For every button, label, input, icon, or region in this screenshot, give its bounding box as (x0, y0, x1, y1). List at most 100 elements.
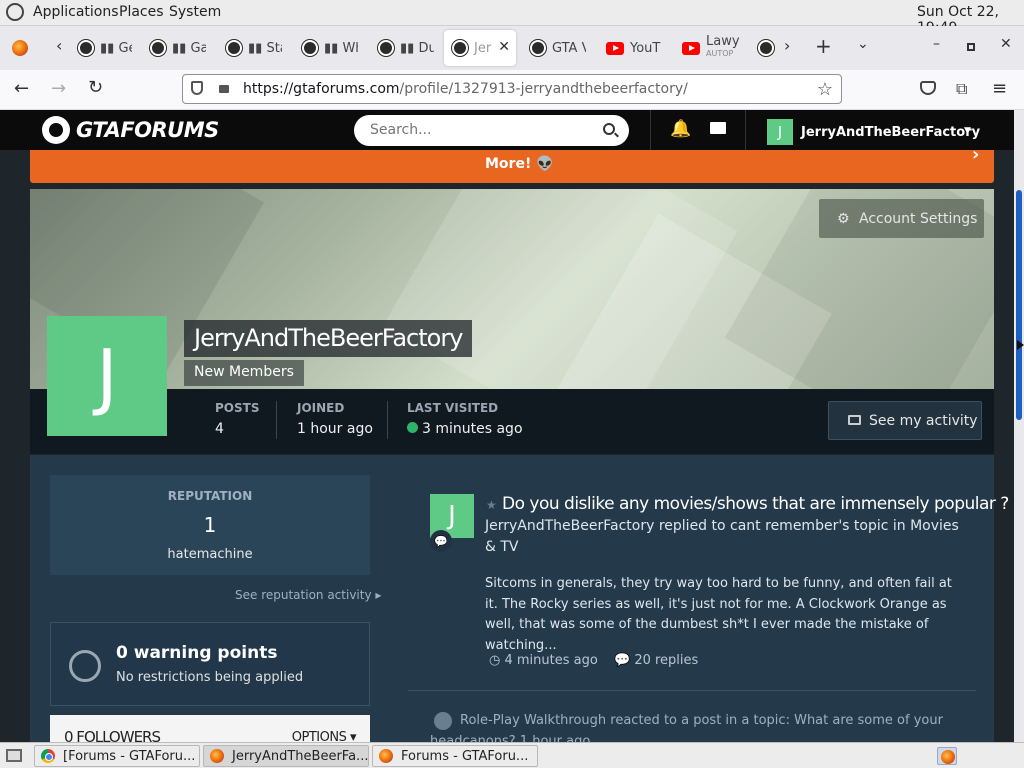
reputation-label: REPUTATION (167, 489, 253, 503)
search-input[interactable] (370, 122, 590, 138)
activity-reaction-text[interactable]: Role-Play Walkthrough reacted to a post … (430, 713, 943, 742)
shield-icon[interactable] (191, 81, 203, 95)
stat-divider (276, 401, 277, 439)
bell-icon[interactable]: 🔔 (670, 119, 691, 139)
reaction-icon (434, 711, 452, 730)
followers-box: 0 FOLLOWERS OPTIONS ▾ (50, 715, 370, 742)
reload-icon[interactable]: ↻ (88, 77, 103, 98)
url-text: https://gtaforums.com/profile/1327913-je… (243, 81, 688, 97)
navigation-toolbar: ← → ↻ https://gtaforums.com/profile/1327… (0, 70, 1024, 110)
tray-firefox-icon[interactable] (937, 747, 957, 765)
taskbar-item-2[interactable]: JerryAndTheBeerFa... (203, 745, 369, 767)
tab-6-active[interactable]: Jer ✕ (444, 30, 516, 66)
vertical-divider (650, 110, 651, 150)
post-time-text: 4 minutes ago (504, 653, 598, 668)
stat-posts: POSTS 4 (215, 401, 259, 437)
stat-divider (387, 401, 388, 439)
stat-value: 1 hour ago (297, 421, 373, 437)
chevron-right-icon[interactable]: › (972, 144, 979, 165)
taskbar-label: [Forums - GTAForu... (63, 748, 196, 764)
pocket-icon[interactable] (920, 81, 936, 95)
tab-9[interactable]: Lawy AUTOP (674, 30, 740, 66)
mouse-cursor-icon (1017, 340, 1024, 350)
extensions-icon[interactable]: ⧉ (956, 79, 967, 99)
user-avatar[interactable]: J (767, 119, 793, 145)
star-icon[interactable]: ★ (486, 498, 497, 512)
page-content: GTAFORUMS 🔔 J JerryAndTheBeerFactory ▼ M… (0, 110, 1024, 742)
show-desktop-icon[interactable] (6, 749, 22, 762)
see-reputation-activity-link[interactable]: See reputation activity ▸ (235, 588, 381, 602)
close-window-icon[interactable]: ✕ (1000, 36, 1012, 52)
bottom-taskbar: [Forums - GTAForu... JerryAndTheBeerFa..… (0, 742, 1024, 768)
announcement-banner[interactable]: More! 👽 › (30, 144, 994, 183)
lock-icon[interactable] (219, 85, 229, 93)
site-search (354, 115, 629, 146)
list-tabs-icon[interactable]: ⌄ (857, 36, 869, 52)
page-scrollbar[interactable] (1014, 110, 1024, 742)
gtaforums-icon (452, 40, 468, 56)
maximize-icon[interactable] (967, 43, 975, 51)
tab-3[interactable]: ▮▮ Sta (218, 30, 282, 66)
app-menu-icon[interactable]: ≡ (992, 78, 1007, 99)
tab-7[interactable]: GTA V (522, 30, 586, 66)
comment-icon: 💬 (430, 530, 452, 552)
followers-options-button[interactable]: OPTIONS ▾ (292, 730, 357, 742)
system-menu[interactable]: System (169, 4, 221, 20)
firefox-view-icon[interactable] (12, 40, 28, 56)
firefox-icon (941, 750, 955, 764)
taskbar-item-3[interactable]: Forums - GTAForu... (372, 745, 538, 767)
youtube-icon (682, 41, 700, 55)
tab-scroll-right-icon[interactable]: › (784, 36, 790, 55)
places-menu[interactable]: Places (119, 4, 164, 20)
minimize-icon[interactable]: – (933, 36, 940, 52)
tab-5[interactable]: ▮▮ Du (370, 30, 434, 66)
post-title-link[interactable]: Do you dislike any movies/shows that are… (502, 494, 1009, 514)
tab-8[interactable]: YouT (598, 30, 662, 66)
comment-bubble-icon: 💬 (614, 653, 635, 668)
tab-label: ▮▮ Ga (172, 40, 206, 56)
tab-scroll-left-icon[interactable]: ‹ (56, 36, 62, 55)
gtaforums-icon[interactable] (758, 40, 774, 56)
scrollbar-thumb[interactable] (1016, 190, 1022, 420)
profile-group: New Members (184, 360, 304, 386)
new-tab-icon[interactable]: + (815, 34, 832, 58)
reputation-value: 1 (203, 513, 217, 537)
warning-subtitle: No restrictions being applied (116, 670, 304, 685)
tab-4[interactable]: ▮▮ Wh (294, 30, 358, 66)
stat-value-row: 3 minutes ago (407, 421, 523, 437)
url-bar[interactable]: https://gtaforums.com/profile/1327913-je… (182, 74, 842, 104)
banner-text: More! 👽 (485, 156, 554, 172)
gnome-foot-icon[interactable] (6, 3, 24, 21)
firefox-icon (210, 749, 224, 763)
post-replies[interactable]: 💬 20 replies (614, 653, 698, 668)
envelope-icon[interactable] (710, 122, 726, 134)
profile-username: JerryAndTheBeerFactory (184, 320, 473, 357)
gta-logo-icon (42, 116, 70, 144)
taskbar-label: Forums - GTAForu... (401, 748, 529, 764)
taskbar-item-1[interactable]: [Forums - GTAForu... (34, 745, 200, 767)
applications-menu[interactable]: Applications (33, 4, 119, 20)
bookmark-star-icon[interactable]: ☆ (817, 79, 833, 100)
see-activity-label: See my activity (869, 412, 978, 429)
tab-1[interactable]: ▮▮ Ge (70, 30, 132, 66)
followers-count: 0 FOLLOWERS (64, 728, 161, 742)
gnome-top-panel: Applications Places System Sun Oct 22, 1… (0, 0, 1024, 36)
forward-icon[interactable]: → (51, 78, 66, 99)
post-meta: JerryAndTheBeerFactory replied to cant r… (485, 518, 959, 555)
close-tab-icon[interactable]: ✕ (498, 39, 510, 55)
gtaforums-icon (78, 40, 94, 56)
site-logo[interactable]: GTAFORUMS (42, 116, 219, 144)
caret-down-icon[interactable]: ▼ (964, 126, 971, 136)
gtaforums-icon (150, 40, 166, 56)
account-settings-button[interactable]: ⚙ Account Settings (819, 199, 984, 238)
user-menu[interactable]: JerryAndTheBeerFactory (801, 125, 980, 140)
post-excerpt: Sitcoms in generals, they try way too ha… (485, 576, 952, 653)
tab-2[interactable]: ▮▮ Ga (142, 30, 206, 66)
search-icon[interactable] (603, 123, 615, 135)
profile-avatar[interactable]: J (47, 316, 167, 436)
back-icon[interactable]: ← (14, 78, 29, 99)
tab-label: Jer (474, 40, 492, 56)
see-my-activity-button[interactable]: See my activity (828, 401, 982, 440)
reputation-box: REPUTATION 1 hatemachine (50, 475, 370, 575)
tab-label: ▮▮ Du (400, 40, 434, 56)
